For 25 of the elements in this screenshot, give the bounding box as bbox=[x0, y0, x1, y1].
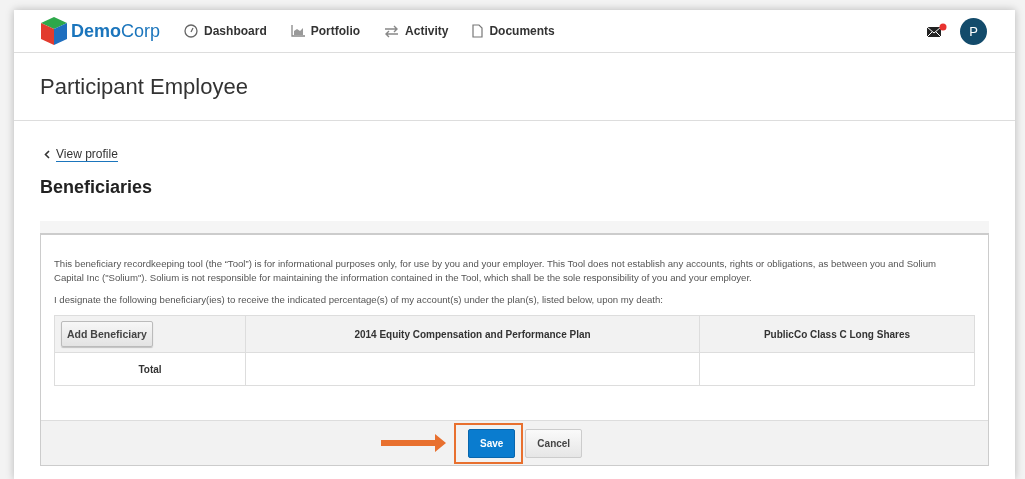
nav-link[interactable]: Portfolio bbox=[290, 24, 361, 38]
nav-link[interactable]: Documents bbox=[472, 24, 555, 38]
gauge-icon bbox=[184, 24, 199, 38]
logo-wordmark[interactable]: DemoCorp bbox=[71, 20, 161, 42]
document-icon bbox=[472, 24, 484, 38]
nav-link[interactable]: Dashboard bbox=[184, 24, 267, 38]
page-title: Participant Employee bbox=[40, 73, 248, 100]
bar-chart-icon bbox=[290, 25, 305, 37]
user-avatar[interactable]: P bbox=[960, 17, 987, 45]
column-header: 2014 Equity Compensation and Performance Plan bbox=[245, 315, 700, 353]
column-header: PublicCo Class C Long Shares bbox=[699, 315, 975, 353]
disclaimer-text: This beneficiary recordkeeping tool (the “Tool”) is for informational purposes only, for use by you and your employer. This Tool does not establish any accounts, rights or obligations, as between you and Solium Capital Inc ("Solium"). Solium is not responsible for maintaining the information contained in the Tool, which shall be the sole responsibility of you and your employer. bbox=[54, 257, 938, 285]
cube-logo-icon bbox=[40, 16, 68, 46]
pointer-arrow-icon bbox=[381, 434, 447, 452]
swap-arrows-icon bbox=[384, 24, 400, 38]
nav-link[interactable]: Activity bbox=[384, 24, 449, 38]
total-label: Total bbox=[54, 352, 246, 386]
cancel-button[interactable]: Cancel bbox=[525, 428, 583, 458]
save-button[interactable]: Save bbox=[468, 428, 516, 458]
add-beneficiary-button[interactable]: Add Beneficiary bbox=[61, 321, 153, 347]
designation-text: I designate the following beneficiary(ies) to receive the indicated percentage(s) of my account(s) under the plan(s), listed below, upon my death: bbox=[54, 293, 664, 307]
chevron-left-icon bbox=[44, 150, 50, 159]
view-profile-link[interactable]: View profile bbox=[44, 147, 118, 162]
section-heading: Beneficiaries bbox=[40, 177, 154, 198]
mail-icon[interactable] bbox=[926, 23, 948, 39]
